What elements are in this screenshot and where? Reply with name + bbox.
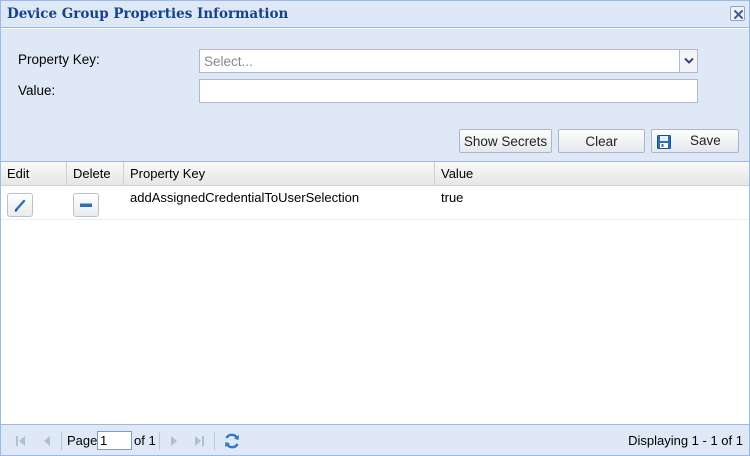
save-button[interactable]: Save <box>651 129 739 153</box>
first-page-icon[interactable] <box>15 435 27 447</box>
paging-separator <box>61 432 62 450</box>
column-header-delete[interactable]: Delete <box>67 162 124 186</box>
property-key-input[interactable] <box>200 50 678 72</box>
page-count-label: of 1 <box>134 433 156 448</box>
property-key-cell: addAssignedCredentialToUserSelection <box>130 190 360 205</box>
refresh-icon[interactable] <box>223 432 241 450</box>
paging-separator <box>159 432 160 450</box>
paging-separator <box>214 432 215 450</box>
edit-row-button[interactable] <box>7 193 33 217</box>
value-input[interactable] <box>199 79 698 103</box>
window-title: Device Group Properties Information <box>7 6 289 22</box>
paging-display-message: Displaying 1 - 1 of 1 <box>628 433 743 448</box>
clear-label: Clear <box>585 133 618 149</box>
show-secrets-button[interactable]: Show Secrets <box>459 129 552 153</box>
save-label: Save <box>690 133 721 148</box>
column-header-value[interactable]: Value <box>435 162 749 186</box>
floppy-disk-icon <box>657 135 671 149</box>
page-label: Page <box>67 433 98 448</box>
column-header-property-key[interactable]: Property Key <box>124 162 435 186</box>
show-secrets-label: Show Secrets <box>463 133 548 149</box>
grid-header: Edit Delete Property Key Value <box>1 162 749 186</box>
properties-grid: Edit Delete Property Key Value addAssign… <box>1 161 749 424</box>
page-number-input[interactable] <box>97 431 132 450</box>
window-titlebar[interactable]: Device Group Properties Information <box>1 1 749 28</box>
edit-cell <box>1 186 67 220</box>
close-button[interactable] <box>730 6 745 21</box>
delete-row-button[interactable] <box>73 193 99 217</box>
delete-cell <box>67 186 124 220</box>
property-form: Property Key: Value: Show Secrets Clear <box>1 29 749 161</box>
property-key-label: Property Key: <box>18 52 100 67</box>
minus-icon <box>80 203 92 207</box>
column-header-edit[interactable]: Edit <box>1 162 67 186</box>
chevron-down-icon <box>684 57 694 64</box>
table-row[interactable]: addAssignedCredentialToUserSelection tru… <box>1 186 749 220</box>
previous-page-icon[interactable] <box>41 435 53 447</box>
next-page-icon[interactable] <box>168 435 180 447</box>
property-key-combobox[interactable] <box>199 49 698 73</box>
close-icon <box>734 10 743 19</box>
paging-toolbar: Page of 1 Displaying 1 - 1 of 1 <box>1 424 749 455</box>
last-page-icon[interactable] <box>193 435 205 447</box>
clear-button[interactable]: Clear <box>558 129 645 153</box>
pencil-icon <box>14 199 26 212</box>
property-key-dropdown-trigger[interactable] <box>679 50 697 72</box>
value-cell: true <box>441 190 464 205</box>
value-label: Value: <box>18 83 56 98</box>
device-group-properties-window: Device Group Properties Information Prop… <box>0 0 750 456</box>
